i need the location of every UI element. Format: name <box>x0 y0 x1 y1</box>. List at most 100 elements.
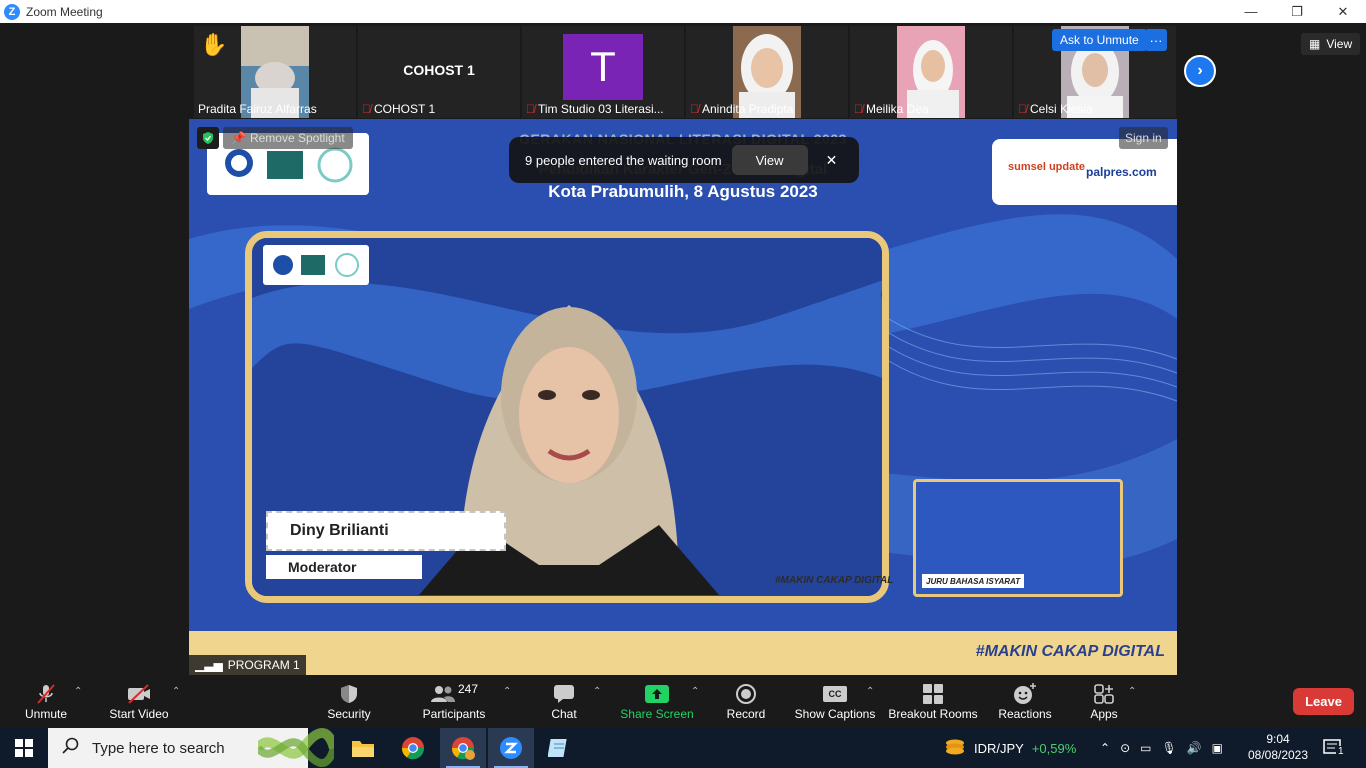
close-notification-icon[interactable]: ✕ <box>826 152 838 169</box>
chat-button[interactable]: Chat <box>546 678 582 728</box>
palpres-logo: palpres.com <box>1086 165 1157 179</box>
webcam-icon[interactable]: ⊙ <box>1120 741 1130 755</box>
leave-button[interactable]: Leave <box>1293 688 1354 715</box>
view-layout-button[interactable]: ▦ View <box>1301 33 1361 55</box>
waiting-room-view-button[interactable]: View <box>731 145 808 175</box>
participant-display-name: COHOST 1 <box>403 62 475 78</box>
video-options-caret-icon[interactable]: ⌃ <box>172 686 180 697</box>
zoom-taskbar-icon[interactable] <box>488 728 534 768</box>
signal-bars-icon: ▁▃▅ <box>195 658 223 672</box>
participant-name: 🎙̸ Anindita Pradipta <box>690 102 794 116</box>
clock-date: 08/08/2023 <box>1247 748 1309 762</box>
participants-count: 247 <box>457 682 479 696</box>
video-off-icon <box>126 681 152 707</box>
currency-chart-icon <box>944 738 966 759</box>
mic-muted-icon: 🎙̸ <box>362 102 371 116</box>
record-icon <box>735 681 757 707</box>
mic-muted-icon <box>35 681 57 707</box>
show-captions-button[interactable]: CC Show Captions <box>794 678 876 728</box>
chat-options-caret-icon[interactable]: ⌃ <box>593 686 601 697</box>
meeting-toolbar: Unmute ⌃ Start Video ⌃ Security 247 Part… <box>0 678 1366 728</box>
closed-captions-icon: CC <box>823 681 847 707</box>
banner-hashtag: #MAKIN CAKAP DIGITAL <box>975 643 1165 660</box>
chrome-icon[interactable] <box>390 728 436 768</box>
restore-button[interactable]: ❐ <box>1274 0 1320 23</box>
participant-thumbnail[interactable]: 🎙̸ Anindita Pradipta <box>686 26 848 118</box>
program-label: ▁▃▅ PROGRAM 1 <box>189 655 306 675</box>
pin-icon: 📌 <box>231 131 246 145</box>
smiley-plus-icon <box>1013 681 1037 707</box>
window-controls: — ❐ ✕ <box>1228 0 1366 23</box>
apps-options-caret-icon[interactable]: ⌃ <box>1128 686 1136 697</box>
participant-thumbnail[interactable]: ✋ Pradita Fairuz Alfarras <box>194 26 356 118</box>
close-window-button[interactable]: ✕ <box>1320 0 1366 23</box>
window-title: Zoom Meeting <box>26 4 103 19</box>
raised-hand-icon: ✋ <box>200 32 228 57</box>
network-icon[interactable]: ▣ <box>1212 741 1223 755</box>
participant-thumbnail-strip: ✋ Pradita Fairuz Alfarras COHOST 1 🎙̸ COH… <box>194 26 1176 118</box>
apps-button[interactable]: Apps <box>1086 678 1122 728</box>
notepad-icon[interactable] <box>536 728 582 768</box>
show-hidden-icons-chevron-icon[interactable]: ⌃ <box>1100 741 1110 755</box>
sumsel-update-logo: sumsel update <box>1008 161 1086 173</box>
participant-thumbnail[interactable]: COHOST 1 🎙̸ COHOST 1 <box>358 26 520 118</box>
share-screen-button[interactable]: Share Screen <box>620 678 694 728</box>
share-screen-icon <box>645 681 669 707</box>
captions-options-caret-icon[interactable]: ⌃ <box>866 686 874 697</box>
unmute-button[interactable]: Unmute <box>20 678 72 728</box>
start-video-button[interactable]: Start Video <box>106 678 172 728</box>
mic-muted-icon: 🎙̸ <box>526 102 535 116</box>
battery-icon[interactable]: ▭ <box>1140 741 1151 755</box>
share-options-caret-icon[interactable]: ⌃ <box>691 686 699 697</box>
microphone-icon[interactable]: 🎙 <box>1161 741 1176 755</box>
taskbar-clock[interactable]: 9:04 08/08/2023 <box>1240 731 1316 763</box>
interpreter-label: JURU BAHASA ISYARAT <box>922 574 1025 588</box>
spotlight-video: GERAKAN NASIONAL LITERASI DIGITAL 2023 P… <box>189 119 1177 675</box>
search-highlight-graphic <box>258 728 334 768</box>
clock-time: 9:04 <box>1266 732 1290 746</box>
grid-view-icon: ▦ <box>1309 37 1321 51</box>
participant-name: 🎙̸ Celsi Klesia <box>1018 102 1093 116</box>
windows-start-icon[interactable] <box>0 728 48 768</box>
participant-thumbnail[interactable]: T 🎙̸ Tim Studio 03 Literasi... <box>522 26 684 118</box>
frame-sponsor-logo <box>263 245 369 285</box>
apps-icon <box>1093 681 1115 707</box>
remove-spotlight-button[interactable]: 📌 Remove Spotlight <box>223 127 353 149</box>
volume-icon[interactable]: 🔊 <box>1187 741 1202 755</box>
audio-options-caret-icon[interactable]: ⌃ <box>74 686 82 697</box>
participant-name: Pradita Fairuz Alfarras <box>198 102 317 116</box>
security-button[interactable]: Security <box>322 678 376 728</box>
search-icon <box>62 737 80 759</box>
zoom-logo-icon: Z <box>4 3 20 20</box>
mic-muted-icon: 🎙̸ <box>690 102 699 116</box>
next-page-arrow-icon[interactable]: › <box>1184 55 1216 87</box>
shield-icon <box>339 681 359 707</box>
participants-button[interactable]: 247 Participants <box>420 678 488 728</box>
system-tray: ⌃ ⊙ ▭ 🎙 🔊 ▣ <box>1100 728 1223 768</box>
notification-center-icon[interactable]: 1 <box>1322 738 1346 765</box>
participant-avatar: T <box>563 34 643 100</box>
breakout-rooms-button[interactable]: Breakout Rooms <box>888 678 978 728</box>
more-options-button[interactable]: ··· <box>1145 29 1167 51</box>
sign-in-button[interactable]: Sign in <box>1119 127 1168 149</box>
ask-to-unmute-button[interactable]: Ask to Unmute <box>1052 29 1147 51</box>
ticker-change: +0,59% <box>1031 740 1077 756</box>
security-shield-icon <box>197 127 219 149</box>
record-button[interactable]: Record <box>724 678 768 728</box>
reactions-button[interactable]: Reactions <box>996 678 1054 728</box>
participants-options-caret-icon[interactable]: ⌃ <box>503 686 511 697</box>
stock-ticker-widget[interactable]: IDR/JPY +0,59% <box>944 728 1076 768</box>
mic-muted-icon: 🎙̸ <box>854 102 863 116</box>
notification-count: 1 <box>1336 746 1346 757</box>
waiting-room-message: 9 people entered the waiting room <box>525 152 722 168</box>
breakout-rooms-icon <box>922 681 944 707</box>
file-explorer-icon[interactable] <box>340 728 386 768</box>
speaker-role-tag: Moderator <box>266 555 422 579</box>
mic-muted-icon: 🎙̸ <box>1018 102 1027 116</box>
chrome-profile-icon[interactable] <box>440 728 486 768</box>
participant-thumbnail[interactable]: 🎙̸ Meilika Dea <box>850 26 1012 118</box>
participant-name: 🎙̸ Tim Studio 03 Literasi... <box>526 102 664 116</box>
windows-taskbar: Type here to search IDR/JPY +0,59% ⌃ ⊙ ▭… <box>0 728 1366 768</box>
participant-name: 🎙̸ Meilika Dea <box>854 102 929 116</box>
minimize-button[interactable]: — <box>1228 0 1274 23</box>
